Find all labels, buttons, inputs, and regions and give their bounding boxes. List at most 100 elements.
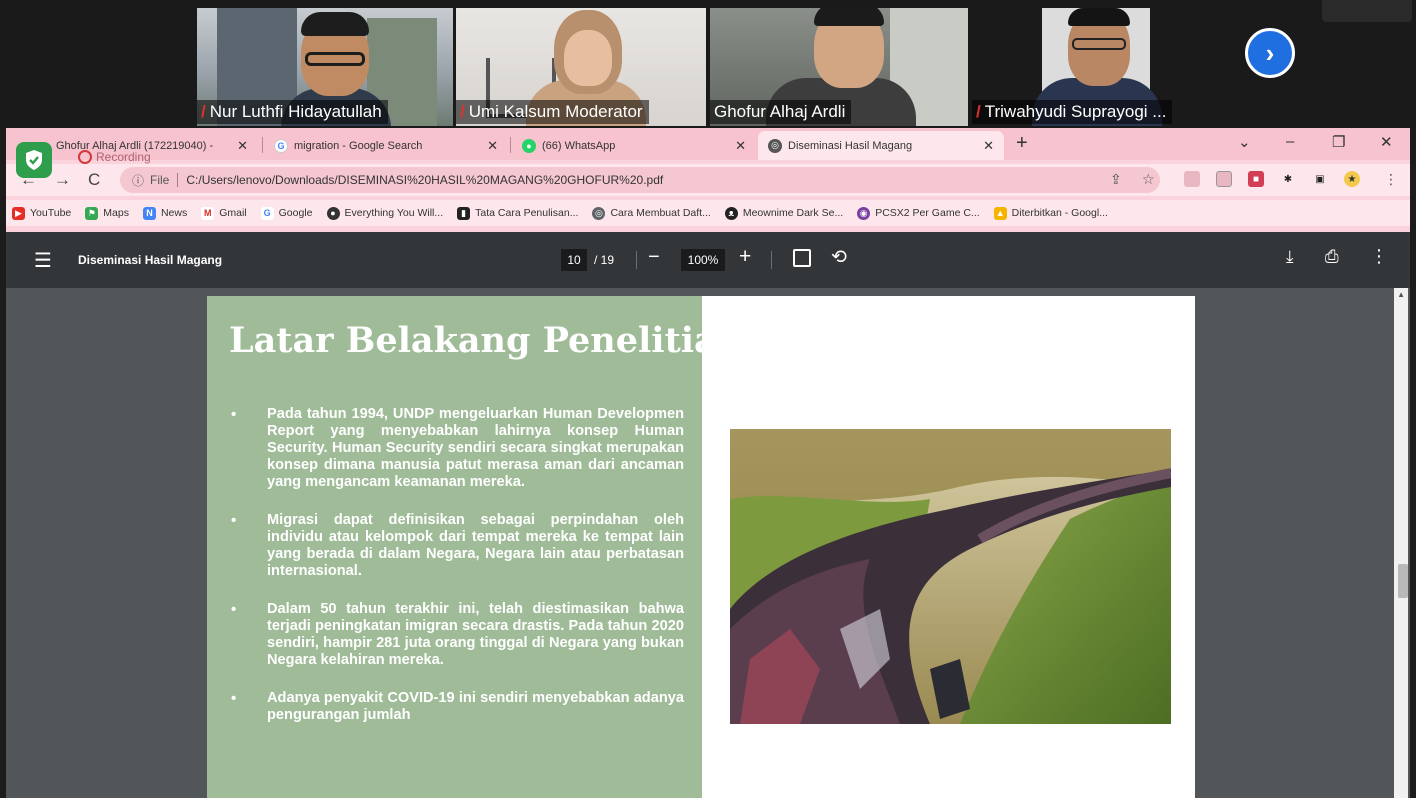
tab-separator (510, 137, 511, 153)
next-participants-button[interactable]: › (1245, 28, 1295, 78)
pdf-viewer[interactable]: Latar Belakang Penelitian Pada tahun 199… (6, 288, 1410, 798)
fit-page-icon[interactable] (793, 249, 811, 267)
bookmark-pcsx2[interactable]: ◉ PCSX2 Per Game C... (857, 206, 980, 220)
address-divider (177, 173, 179, 187)
bullet-item: Adanya penyakit COVID-19 ini sendiri men… (229, 690, 684, 724)
scroll-up-icon[interactable]: ▲ (1397, 290, 1405, 299)
zoom-in-button[interactable]: + (739, 245, 751, 269)
cat-icon: ᴥ (724, 206, 738, 220)
drive-icon: ▲ (993, 206, 1007, 220)
bullet-item: Dalam 50 tahun terakhir ini, telah diest… (229, 601, 684, 669)
youtube-icon: ▶ (12, 206, 25, 220)
google-icon: G (260, 206, 274, 220)
browser-toolbar: ← → C ⓘ File C:/Users/lenovo/Downloads/D… (6, 164, 1410, 196)
recording-icon (78, 150, 92, 164)
extension-icon-2[interactable] (1216, 171, 1232, 187)
download-icon[interactable]: ⤓ (1286, 247, 1294, 267)
close-window-button[interactable]: ✕ (1380, 133, 1393, 151)
profile-avatar[interactable]: ★ (1344, 171, 1360, 187)
close-icon[interactable]: ✕ (237, 138, 248, 154)
address-url: C:/Users/lenovo/Downloads/DISEMINASI%20H… (186, 173, 664, 187)
whatsapp-icon: ● (522, 138, 536, 153)
page-number-input[interactable]: 10 (561, 249, 587, 271)
bookmark-gmail[interactable]: M Gmail (201, 206, 247, 220)
restore-button[interactable]: ❐ (1332, 133, 1345, 151)
page-total: / 19 (594, 253, 615, 267)
tab-diseminasi[interactable]: ◎ Diseminasi Hasil Magang ✕ (758, 131, 1004, 160)
zoom-participant-strip: / Nur Luthfi Hidayatullah / Umi Kalsum M… (0, 0, 1416, 128)
slide-bullets: Pada tahun 1994, UNDP mengeluarkan Human… (229, 406, 684, 745)
tab-whatsapp[interactable]: ● (66) WhatsApp ✕ (512, 131, 756, 160)
vertical-scrollbar[interactable]: ▲ (1394, 288, 1408, 798)
pdf-page: Latar Belakang Penelitian Pada tahun 199… (207, 296, 1195, 798)
extension-icon-3[interactable]: ■ (1248, 171, 1264, 187)
zoom-input[interactable]: 100% (681, 249, 725, 271)
recording-label: Recording (96, 150, 151, 164)
extension-icon-1[interactable] (1184, 171, 1200, 187)
tab-search-icon[interactable]: ⌄ (1238, 133, 1251, 151)
participant-tile-4[interactable]: / Triwahyudi Suprayogi ... (972, 8, 1226, 126)
participant-name-3: Ghofur Alhaj Ardli (710, 100, 852, 124)
minimize-button[interactable]: – (1286, 133, 1294, 150)
view-toggle[interactable] (1322, 0, 1412, 22)
maps-icon: ⚑ (85, 206, 99, 220)
toolbar-divider (771, 251, 772, 269)
participant-name-4: / Triwahyudi Suprayogi ... (972, 100, 1173, 124)
extensions-puzzle-icon[interactable]: ✱ (1280, 171, 1296, 187)
bookmark-tata-cara[interactable]: ▮ Tata Cara Penulisan... (457, 206, 578, 220)
rotate-icon[interactable]: ⟲ (831, 246, 847, 269)
bookmark-everything[interactable]: ● Everything You Will... (326, 206, 443, 220)
site-icon: ● (326, 206, 340, 220)
more-options-icon[interactable]: ⋮ (1370, 246, 1388, 267)
game-icon: ◉ (857, 206, 871, 220)
print-icon[interactable]: ⎙ (1325, 247, 1339, 267)
news-icon: N (142, 206, 156, 220)
google-icon: G (274, 138, 288, 153)
security-shield-icon[interactable] (16, 142, 52, 178)
globe-icon: ◎ (768, 138, 782, 153)
pdf-toolbar: ☰ Diseminasi Hasil Magang 10 / 19 − 100%… (6, 232, 1410, 288)
reload-button[interactable]: C (88, 170, 100, 190)
bookmark-meownime[interactable]: ᴥ Meownime Dark Se... (724, 206, 843, 220)
participant-tile-3[interactable]: Ghofur Alhaj Ardli (710, 8, 968, 126)
new-tab-button[interactable]: + (1016, 132, 1028, 155)
participant-tile-2[interactable]: / Umi Kalsum Moderator (456, 8, 706, 126)
document-icon: ▮ (457, 206, 471, 220)
bookmark-maps[interactable]: ⚑ Maps (85, 206, 129, 220)
bookmark-news[interactable]: N News (142, 206, 187, 220)
bookmark-cara-membuat[interactable]: ◎ Cara Membuat Daft... (592, 206, 711, 220)
info-icon[interactable]: ⓘ (132, 172, 144, 189)
close-icon[interactable]: ✕ (983, 138, 994, 154)
bullet-item: Pada tahun 1994, UNDP mengeluarkan Human… (229, 406, 684, 491)
menu-icon[interactable]: ☰ (34, 248, 52, 273)
address-bar[interactable]: ⓘ File C:/Users/lenovo/Downloads/DISEMIN… (120, 167, 1160, 193)
slide-title: Latar Belakang Penelitian (229, 320, 743, 361)
bookmark-star-icon[interactable]: ☆ (1142, 171, 1155, 188)
bookmark-google[interactable]: G Google (260, 206, 313, 220)
zoom-out-button[interactable]: − (648, 246, 660, 269)
bookmark-youtube[interactable]: ▶ YouTube (12, 206, 71, 220)
bookmarks-bar: ▶ YouTube ⚑ Maps N News M Gmail G Google ● Eve… (6, 200, 1410, 226)
forward-button[interactable]: → (54, 170, 71, 190)
bullet-item: Migrasi dapat definisikan sebagai perpin… (229, 512, 684, 580)
gmail-icon: M (201, 206, 215, 220)
close-icon[interactable]: ✕ (487, 138, 498, 154)
tab-bar: Ghofur Alhaj Ardli (172219040) - ✕ G mig… (6, 128, 1410, 160)
close-icon[interactable]: ✕ (735, 138, 746, 154)
participant-name-2: / Umi Kalsum Moderator (456, 100, 649, 124)
slide-text-panel: Latar Belakang Penelitian Pada tahun 199… (207, 296, 742, 798)
share-icon[interactable]: ⇪ (1110, 171, 1122, 188)
participant-name-1: / Nur Luthfi Hidayatullah (197, 100, 388, 124)
pdf-title: Diseminasi Hasil Magang (78, 253, 223, 267)
participant-tile-1[interactable]: / Nur Luthfi Hidayatullah (197, 8, 453, 126)
tab-google-search[interactable]: G migration - Google Search ✕ (264, 131, 508, 160)
chevron-right-icon: › (1265, 37, 1275, 68)
mic-muted-icon: / (460, 102, 465, 121)
scrollbar-thumb[interactable] (1398, 564, 1408, 598)
mic-muted-icon: / (201, 102, 206, 121)
bookmark-diterbitkan[interactable]: ▲ Diterbitkan - Googl... (993, 206, 1108, 220)
browser-menu-icon[interactable]: ⋮ (1384, 171, 1398, 188)
globe-icon: ◎ (592, 206, 606, 220)
side-panel-icon[interactable]: ▣ (1312, 171, 1328, 187)
migrants-photo (730, 429, 1171, 724)
